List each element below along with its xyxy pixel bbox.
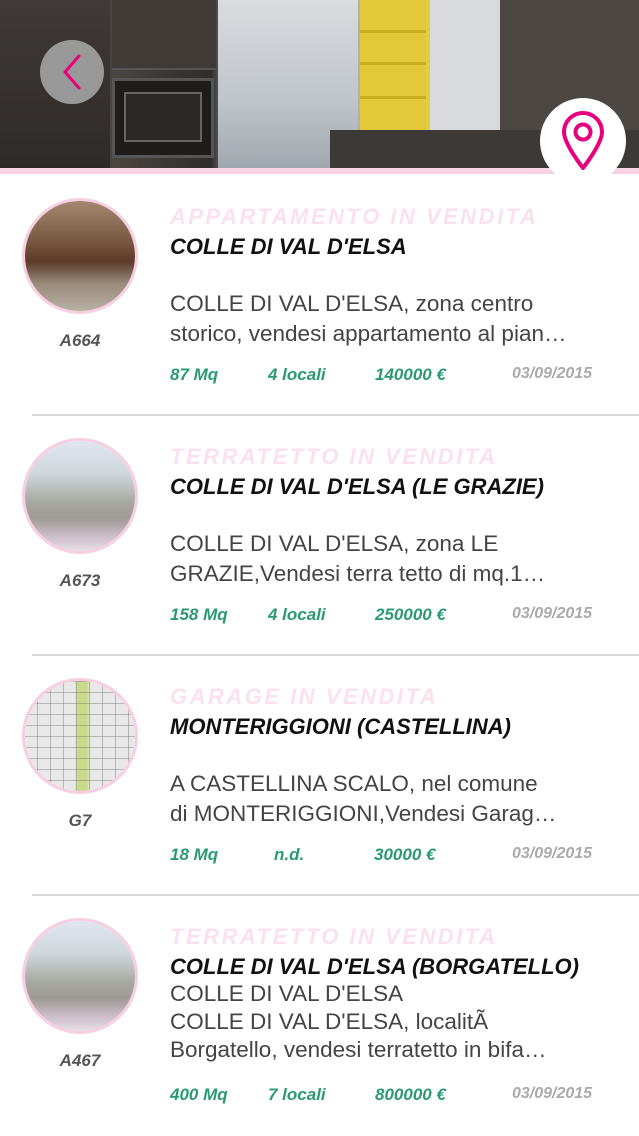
listing-photo [22, 198, 138, 314]
listing-price: 140000 € [375, 365, 446, 384]
listing-price: 250000 € [375, 605, 446, 624]
listing-size: 158 Mq [170, 605, 228, 624]
listing-town: COLLE DI VAL D'ELSA (LE GRAZIE) [170, 474, 544, 499]
listing-description: A CASTELLINA SCALO, nel comune di MONTER… [170, 771, 557, 826]
listing-price: 30000 € [374, 845, 436, 864]
listing-town: MONTERIGGIONI (CASTELLINA) [170, 714, 511, 739]
back-button[interactable] [40, 40, 104, 104]
listing-town: COLLE DI VAL D'ELSA [170, 234, 407, 259]
map-button[interactable] [540, 98, 626, 184]
listing-date: 03/09/2015 [512, 605, 593, 622]
listing-type: TERRATETTO IN VENDITA [170, 444, 498, 469]
listing-code: G7 [68, 811, 92, 830]
listing-description: COLLE DI VAL D'ELSA, zona LE GRAZIE,Vend… [170, 531, 546, 586]
chevron-left-icon [63, 54, 81, 90]
listing-type: APPARTAMENTO IN VENDITA [170, 204, 539, 229]
listing-size: 400 Mq [170, 1085, 228, 1104]
listing-size: 87 Mq [170, 365, 219, 384]
listing-rooms: 7 locali [268, 1085, 326, 1104]
listing-type: GARAGE IN VENDITA [170, 684, 439, 709]
listing-item[interactable]: G7 GARAGE IN VENDITA MONTERIGGIONI (CAST… [0, 656, 639, 896]
map-pin-icon [562, 111, 604, 170]
header-divider [0, 168, 639, 174]
listing-description: COLLE DI VAL D'ELSA, zona centro storico… [170, 291, 567, 346]
listing-code: A467 [59, 1051, 101, 1070]
listing-item[interactable]: A664 APPARTAMENTO IN VENDITA COLLE DI VA… [0, 176, 639, 416]
listing-rooms: 4 locali [268, 605, 326, 624]
listing-photo [22, 438, 138, 554]
listing-item[interactable]: A467 TERRATETTO IN VENDITA COLLE DI VAL … [0, 896, 639, 1135]
listing-rooms: n.d. [274, 845, 305, 864]
listing-photo [22, 918, 138, 1034]
listing-code: A664 [59, 331, 101, 350]
listing-town: COLLE DI VAL D'ELSA (BORGATELLO) [170, 954, 579, 979]
listing-rooms: 4 locali [268, 365, 326, 384]
listing-item[interactable]: A673 TERRATETTO IN VENDITA COLLE DI VAL … [0, 416, 639, 656]
listing-description: COLLE DI VAL D'ELSA COLLE DI VAL D'ELSA,… [170, 981, 547, 1062]
listing-date: 03/09/2015 [512, 1085, 593, 1102]
listing-date: 03/09/2015 [512, 845, 593, 862]
listing-photo [22, 678, 138, 794]
listing-type: TERRATETTO IN VENDITA [170, 924, 498, 949]
listing-size: 18 Mq [170, 845, 219, 864]
listing-code: A673 [59, 571, 101, 590]
listing-price: 800000 € [375, 1085, 446, 1104]
listing-date: 03/09/2015 [512, 365, 593, 382]
